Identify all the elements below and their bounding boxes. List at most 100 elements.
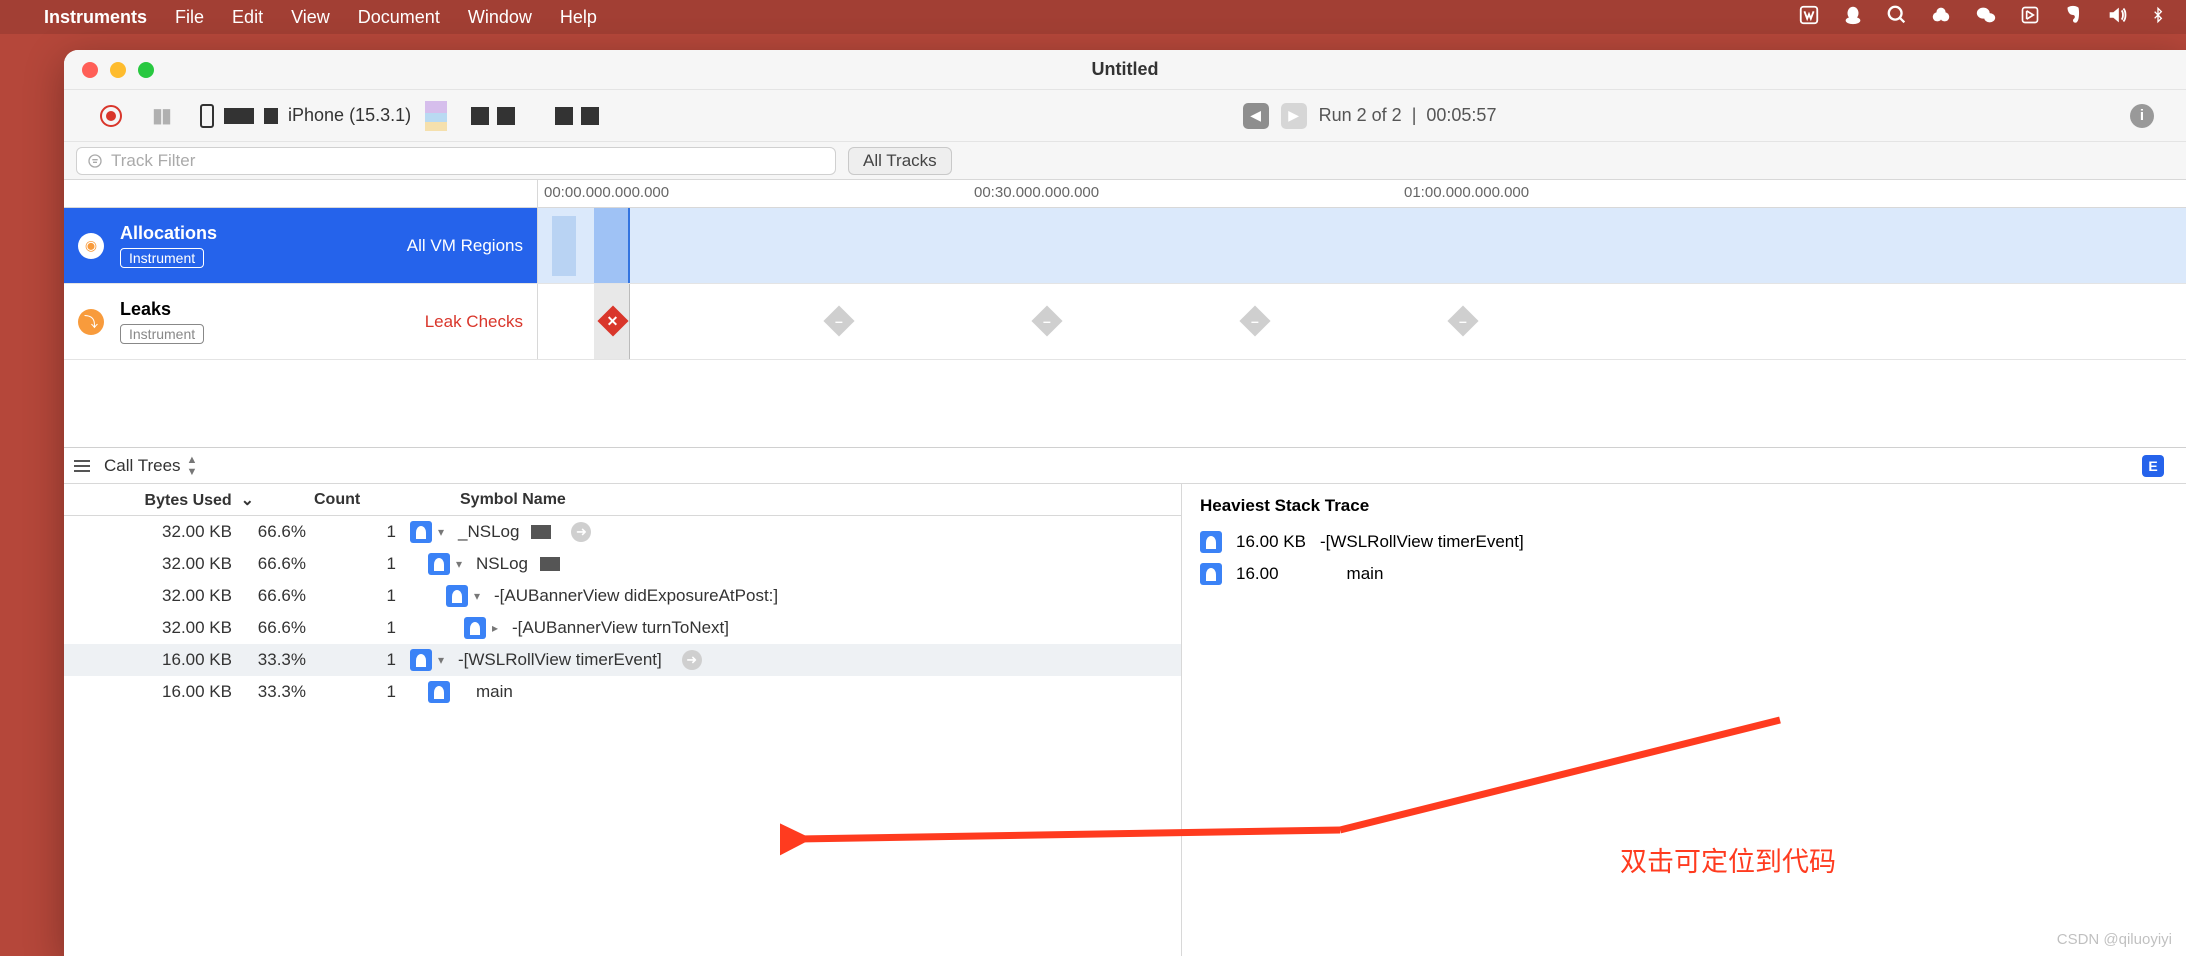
detail-body: Bytes Used ⌄ Count Symbol Name 32.00 KB6… bbox=[64, 484, 2186, 956]
call-tree-row[interactable]: 32.00 KB66.6%1▸-[AUBannerView turnToNext… bbox=[64, 612, 1181, 644]
menu-view[interactable]: View bbox=[291, 7, 330, 28]
user-code-icon bbox=[410, 649, 432, 671]
stack-row[interactable]: 16.00 main bbox=[1200, 558, 2168, 590]
stack-row[interactable]: 16.00 KB -[WSLRollView timerEvent] bbox=[1200, 526, 2168, 558]
minimize-button[interactable] bbox=[110, 62, 126, 78]
leak-marker-ok[interactable]: – bbox=[1031, 305, 1062, 336]
ruler-tick: 00:00.000.000.000 bbox=[544, 184, 669, 201]
track-mode[interactable]: All VM Regions bbox=[407, 236, 523, 256]
call-tree-pane: Bytes Used ⌄ Count Symbol Name 32.00 KB6… bbox=[64, 484, 1182, 956]
macos-menubar: Instruments File Edit View Document Wind… bbox=[0, 0, 2186, 34]
goto-icon[interactable]: ➜ bbox=[571, 522, 591, 542]
picker-label: Call Trees bbox=[104, 456, 181, 476]
wechat-icon[interactable] bbox=[1974, 4, 1998, 31]
detail-view-picker[interactable]: Call Trees ▲▼ bbox=[74, 454, 197, 478]
leak-marker-ok[interactable]: – bbox=[1447, 305, 1478, 336]
user-code-icon bbox=[446, 585, 468, 607]
app-name[interactable]: Instruments bbox=[44, 7, 147, 28]
disclosure-icon[interactable]: ▾ bbox=[456, 557, 470, 571]
redacted bbox=[531, 525, 551, 539]
disclosure-icon[interactable]: ▾ bbox=[438, 525, 452, 539]
elapsed-time: 00:05:57 bbox=[1426, 105, 1496, 125]
menu-document[interactable]: Document bbox=[358, 7, 440, 28]
info-button[interactable]: i bbox=[2130, 104, 2154, 128]
col-count[interactable]: Count bbox=[314, 491, 410, 509]
redacted-process bbox=[471, 107, 515, 125]
menu-help[interactable]: Help bbox=[560, 7, 597, 28]
phone-icon bbox=[200, 104, 214, 128]
call-tree-row[interactable]: 16.00 KB33.3%1▾-[WSLRollView timerEvent]… bbox=[64, 644, 1181, 676]
stack-symbol: -[WSLRollView timerEvent] bbox=[1320, 532, 1524, 552]
instrument-badge[interactable]: Instrument bbox=[120, 248, 204, 268]
call-tree-row[interactable]: 32.00 KB66.6%1▾_NSLog➜ bbox=[64, 516, 1181, 548]
call-tree-row[interactable]: 16.00 KB33.3%1main bbox=[64, 676, 1181, 708]
pause-button[interactable]: ▮▮ bbox=[152, 103, 170, 128]
window-traffic-lights bbox=[64, 62, 154, 78]
leak-marker-ok[interactable]: – bbox=[1239, 305, 1270, 336]
stack-title: Heaviest Stack Trace bbox=[1200, 496, 2168, 516]
menu-window[interactable]: Window bbox=[468, 7, 532, 28]
instruments-window: Untitled ▮▮ iPhone (15.3.1) ◀ ▶ Run 2 of… bbox=[64, 50, 2186, 956]
wps-icon[interactable] bbox=[1798, 4, 1820, 31]
filter-placeholder: Track Filter bbox=[111, 151, 195, 171]
column-headers: Bytes Used ⌄ Count Symbol Name bbox=[64, 484, 1181, 516]
toolbar: ▮▮ iPhone (15.3.1) ◀ ▶ Run 2 of 2 | 00:0… bbox=[64, 90, 2186, 142]
track-mode[interactable]: Leak Checks bbox=[425, 312, 523, 332]
watermark: CSDN @qiluoyiyi bbox=[2057, 931, 2172, 948]
track-name: Allocations bbox=[120, 223, 391, 244]
window-titlebar: Untitled bbox=[64, 50, 2186, 90]
redacted-text bbox=[264, 108, 278, 124]
zoom-button[interactable] bbox=[138, 62, 154, 78]
col-bytes-used[interactable]: Bytes Used ⌄ bbox=[64, 490, 314, 510]
extended-detail-badge[interactable]: E bbox=[2142, 455, 2164, 477]
track-allocations[interactable]: ◉ Allocations Instrument All VM Regions bbox=[64, 208, 2186, 284]
window-title: Untitled bbox=[1092, 59, 1159, 80]
stack-symbol: main bbox=[1347, 564, 1384, 584]
menu-file[interactable]: File bbox=[175, 7, 204, 28]
search-icon[interactable] bbox=[1886, 4, 1908, 31]
disclosure-icon[interactable]: ▾ bbox=[474, 589, 488, 603]
stack-bytes: 16.00 bbox=[1236, 564, 1279, 584]
redacted-process bbox=[555, 107, 599, 125]
process-color-icon bbox=[425, 101, 447, 131]
stack-bytes: 16.00 KB bbox=[1236, 532, 1306, 552]
timeline-ruler[interactable]: 00:00.000.000.000 00:30.000.000.000 01:0… bbox=[64, 180, 2186, 208]
leak-marker-ok[interactable]: – bbox=[823, 305, 854, 336]
all-tracks-button[interactable]: All Tracks bbox=[848, 147, 952, 175]
prev-run-button[interactable]: ◀ bbox=[1243, 103, 1269, 129]
timeline-selection[interactable] bbox=[594, 208, 630, 283]
track-filter-input[interactable]: Track Filter bbox=[76, 147, 836, 175]
menu-edit[interactable]: Edit bbox=[232, 7, 263, 28]
leaks-icon: ⤵ bbox=[78, 309, 104, 335]
next-run-button[interactable]: ▶ bbox=[1281, 103, 1307, 129]
cloud-icon[interactable] bbox=[1930, 4, 1952, 31]
col-symbol[interactable]: Symbol Name bbox=[410, 491, 566, 509]
redacted-text bbox=[224, 108, 254, 124]
call-tree-row[interactable]: 32.00 KB66.6%1▾-[AUBannerView didExposur… bbox=[64, 580, 1181, 612]
disclosure-icon[interactable]: ▾ bbox=[438, 653, 452, 667]
app-icon-1[interactable] bbox=[2020, 5, 2040, 30]
filter-row: Track Filter All Tracks bbox=[64, 142, 2186, 180]
goto-icon[interactable]: ➜ bbox=[682, 650, 702, 670]
qq-icon[interactable] bbox=[1842, 4, 1864, 31]
record-button[interactable] bbox=[100, 105, 122, 127]
volume-icon[interactable] bbox=[2106, 4, 2128, 31]
run-navigator: ◀ ▶ Run 2 of 2 | 00:05:57 bbox=[1243, 103, 1497, 129]
disclosure-icon[interactable]: ▸ bbox=[492, 621, 506, 635]
instrument-badge[interactable]: Instrument bbox=[120, 324, 204, 344]
close-button[interactable] bbox=[82, 62, 98, 78]
filter-icon bbox=[87, 153, 103, 169]
call-tree-row[interactable]: 32.00 KB66.6%1▾NSLog bbox=[64, 548, 1181, 580]
allocation-bar bbox=[552, 216, 576, 276]
bluetooth-icon[interactable] bbox=[2150, 4, 2166, 31]
evernote-icon[interactable] bbox=[2062, 4, 2084, 31]
annotation-text: 双击可定位到代码 bbox=[1620, 840, 1836, 879]
hamburger-icon bbox=[74, 460, 90, 472]
heaviest-stack-pane: Heaviest Stack Trace 16.00 KB -[WSLRollV… bbox=[1182, 484, 2186, 956]
track-leaks[interactable]: ⤵ Leaks Instrument Leak Checks ✕ – – – – bbox=[64, 284, 2186, 360]
symbol-name: NSLog bbox=[476, 554, 528, 574]
symbol-name: -[AUBannerView didExposureAtPost:] bbox=[494, 586, 778, 606]
user-code-icon bbox=[1200, 563, 1222, 585]
device-selector[interactable]: iPhone (15.3.1) bbox=[200, 104, 411, 128]
symbol-name: _NSLog bbox=[458, 522, 519, 542]
